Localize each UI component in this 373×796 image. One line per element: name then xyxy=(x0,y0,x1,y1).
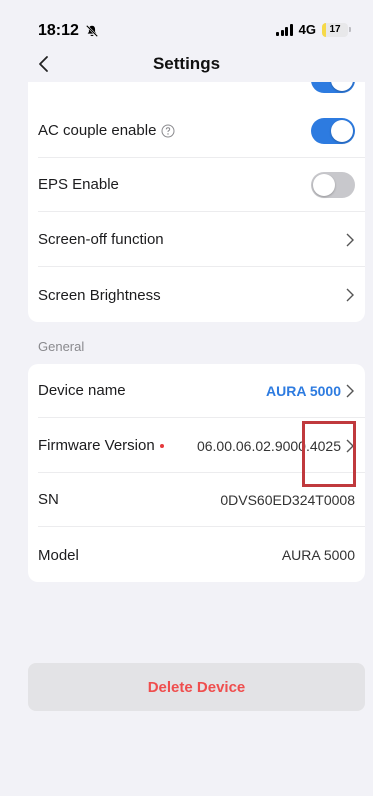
firmware-version-row[interactable]: Firmware Version 06.00.06.02.9000.4025 xyxy=(38,419,365,473)
device-name-value: AURA 5000 xyxy=(266,382,341,399)
bell-muted-icon xyxy=(85,25,98,37)
sn-value: 0DVS60ED324T0008 xyxy=(220,491,355,508)
ac-couple-label: AC couple enable xyxy=(38,122,157,139)
settings-screen: 18:12 4G 17 Settings AC couple enable EP… xyxy=(0,0,373,796)
eps-enable-label: EPS Enable xyxy=(38,176,119,193)
ac-couple-row: AC couple enable xyxy=(38,104,365,158)
battery-tip xyxy=(349,27,351,32)
firmware-version-label: Firmware Version xyxy=(38,437,155,454)
status-time: 18:12 xyxy=(38,22,99,40)
chevron-right-icon xyxy=(346,288,354,302)
help-circle-icon[interactable] xyxy=(161,124,175,138)
sn-label: SN xyxy=(38,491,59,508)
status-bar: 18:12 4G 17 xyxy=(0,0,373,50)
section-header-general: General xyxy=(38,339,85,354)
screen-brightness-label: Screen Brightness xyxy=(38,286,161,304)
screen-off-label: Screen-off function xyxy=(38,231,164,248)
settings-card-top: AC couple enable EPS Enable Screen-off f… xyxy=(28,82,365,322)
chevron-right-icon xyxy=(346,384,354,397)
time-text: 18:12 xyxy=(38,22,79,39)
general-card: Device name AURA 5000 Firmware Version 0… xyxy=(28,364,365,582)
model-row: Model AURA 5000 xyxy=(38,528,365,582)
ac-couple-toggle[interactable] xyxy=(311,117,355,144)
update-dot-icon xyxy=(159,443,164,448)
screen-brightness-row[interactable]: Screen Brightness xyxy=(38,268,365,322)
firmware-version-value: 06.00.06.02.9000.4025 xyxy=(196,437,341,454)
delete-device-button[interactable]: Delete Device xyxy=(28,663,365,711)
signal-icon xyxy=(276,23,293,36)
screen-off-row[interactable]: Screen-off function xyxy=(38,213,365,267)
device-name-label: Device name xyxy=(38,382,126,399)
chevron-right-icon xyxy=(346,439,354,452)
partial-toggle-above[interactable] xyxy=(311,82,355,93)
battery-level: 17 xyxy=(329,24,341,35)
nav-bar: Settings xyxy=(0,48,373,82)
battery-icon: 17 xyxy=(322,22,348,37)
model-label: Model xyxy=(38,546,79,564)
status-right: 4G 17 xyxy=(276,22,351,37)
sn-row: SN 0DVS60ED324T0008 xyxy=(38,473,365,527)
chevron-right-icon xyxy=(346,233,354,246)
device-name-row[interactable]: Device name AURA 5000 xyxy=(38,364,365,418)
eps-enable-toggle[interactable] xyxy=(311,171,355,198)
eps-enable-row: EPS Enable xyxy=(38,158,365,212)
model-value: AURA 5000 xyxy=(281,547,355,563)
page-title: Settings xyxy=(152,54,221,73)
network-type: 4G xyxy=(298,22,316,37)
